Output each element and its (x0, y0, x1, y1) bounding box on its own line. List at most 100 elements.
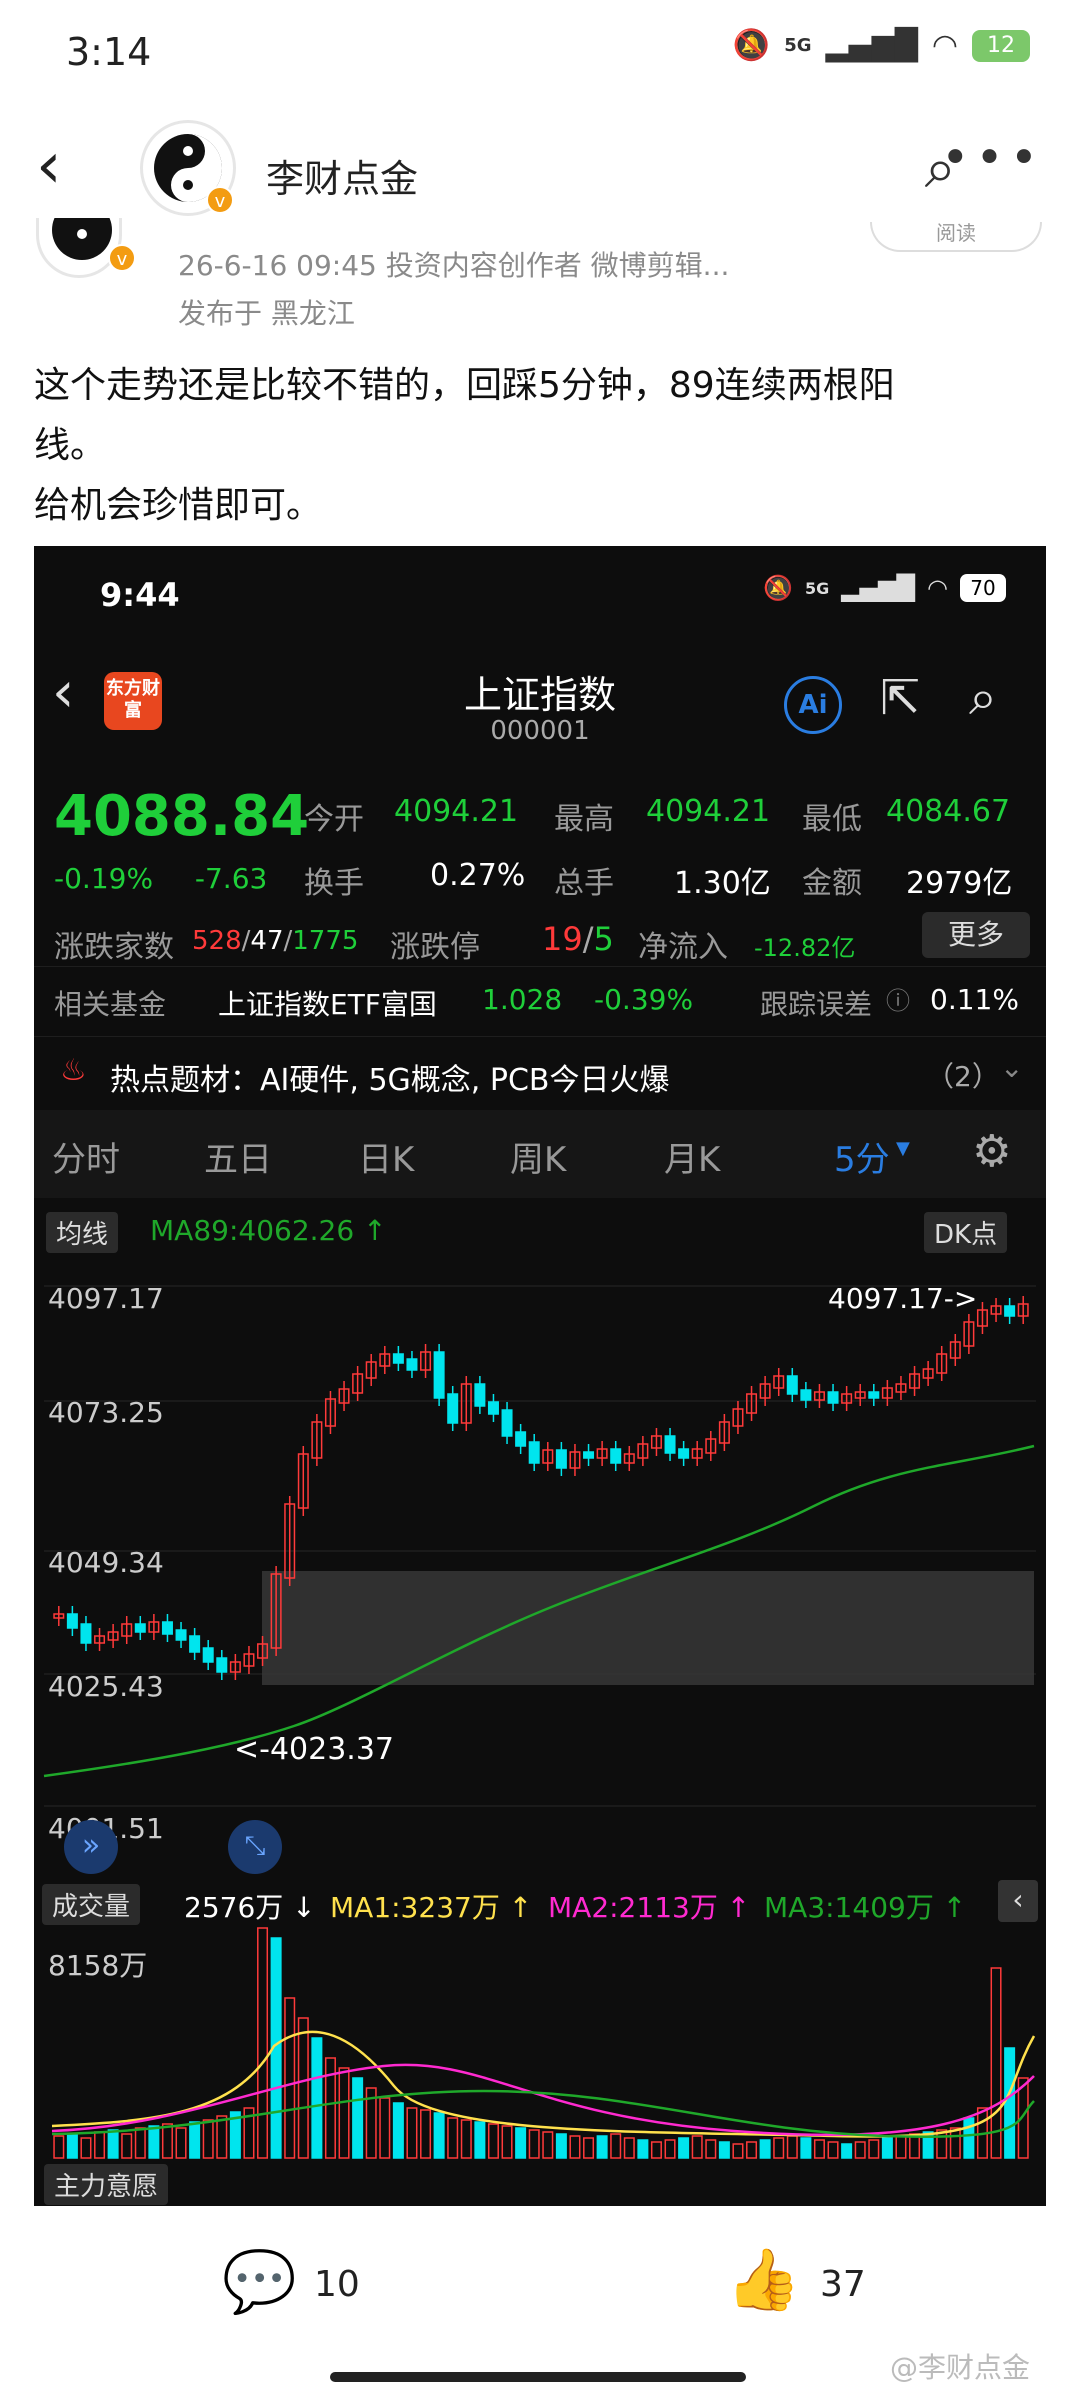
candle-body (800, 1389, 812, 1401)
volume-bar (542, 2131, 554, 2159)
volume-bar (66, 2133, 78, 2159)
embedded-stock-screenshot[interactable]: 9:44 🔕 5G ▂▄▆█ ◠ 70 ‹ 东方财富 上证指数 000001 A… (34, 546, 1046, 2208)
candle-body (528, 1441, 540, 1464)
candle-body (433, 1351, 445, 1399)
volume-legend: 成交量 2576万 ↓ MA1:3237万 ↑ MA2:2113万 ↑ MA3:… (34, 1876, 1046, 1925)
y-tick-label: 4097.17 (48, 1282, 164, 1315)
tab-five-day: 五日 (204, 1140, 272, 1180)
more-button: 更多 (922, 912, 1030, 958)
candle-body (189, 1635, 201, 1653)
volume-bar (596, 2135, 608, 2159)
candle-body (610, 1448, 622, 1464)
breadth-label: 涨跌家数 (54, 930, 174, 965)
more-icon[interactable]: ••• (941, 130, 1044, 186)
volume-bar (555, 2133, 567, 2159)
comment-count[interactable]: 10 (314, 2264, 360, 2305)
high-label: 最高 (554, 802, 614, 837)
high-value: 4094.21 (646, 794, 771, 829)
topic-chevron-icon: ⌄ (1000, 1051, 1024, 1084)
volume-bar (895, 2135, 907, 2159)
network-label: 5G (784, 35, 812, 56)
abs-change: -7.63 (194, 862, 268, 895)
volume-bar (487, 2123, 499, 2159)
inner-status-bar: 9:44 🔕 5G ▂▄▆█ ◠ 70 (34, 546, 1046, 642)
watermark: @李财点金 (890, 2351, 1031, 2384)
y-tick-label: 4049.34 (48, 1546, 164, 1579)
tab-dropdown-icon: ▼ (896, 1138, 910, 1159)
wifi-icon: ◠ (931, 28, 958, 63)
low-label: 最低 (802, 802, 862, 837)
candle-body (175, 1629, 187, 1641)
volume-ma3: MA3:1409万 ↑ (764, 1891, 967, 1924)
volume-bar (474, 2121, 486, 2159)
volume-bar (189, 2121, 201, 2159)
down-count: 1775 (292, 926, 359, 956)
volume-bar (338, 2067, 350, 2159)
volume-bar (949, 2127, 961, 2159)
like-count[interactable]: 37 (820, 2264, 866, 2305)
volume-bar (718, 2141, 730, 2159)
open-label: 今开 (304, 802, 364, 837)
topic-list: AI硬件, 5G概念, PCB今日火爆 (260, 1063, 670, 1098)
post-avatar[interactable] (36, 218, 122, 278)
home-indicator[interactable] (330, 2372, 746, 2382)
candle-body (786, 1375, 798, 1395)
volume-bar (216, 2115, 228, 2159)
inner-nav: ‹ 东方财富 上证指数 000001 Ai ⇱ ⌕ (34, 642, 1046, 762)
post-text-line: 线。 (34, 425, 107, 466)
turnover-label: 换手 (304, 866, 364, 901)
candle-body (447, 1393, 459, 1424)
volume-bar (1004, 2047, 1016, 2159)
volume-bar (691, 2135, 703, 2159)
breadth-values: 528/47/1775 (192, 926, 359, 956)
candle-body (515, 1431, 527, 1447)
candle-body (678, 1448, 690, 1459)
volume-bar (460, 2119, 472, 2159)
volume-bar (515, 2127, 527, 2159)
volume-bar (161, 2123, 173, 2159)
battery-icon: 12 (972, 29, 1030, 62)
volume-bar (284, 1997, 296, 2159)
like-thumb-icon[interactable]: 👍 (726, 2244, 801, 2315)
status-time: 3:14 (66, 30, 152, 74)
amount-value: 2979亿 (906, 866, 1013, 901)
inner-search-icon: ⌕ (969, 668, 997, 726)
tracking-error-label: 跟踪误差 (760, 988, 873, 1021)
limit-down: 5 (593, 920, 614, 958)
back-chevron-icon[interactable]: ‹ (36, 134, 62, 198)
volume-bar (786, 2135, 798, 2159)
indicator-row: 均线 MA89:4062.26 ↑ DK点 (34, 1206, 1046, 1253)
limit-values: 19/5 (542, 920, 614, 958)
volume-bar (569, 2135, 581, 2159)
candle-body (501, 1409, 513, 1437)
volume-bar (746, 2141, 758, 2159)
volume-bar (759, 2139, 771, 2159)
volume-bar (202, 2119, 214, 2159)
volume-bar (841, 2143, 853, 2159)
volume-bar (800, 2137, 812, 2159)
related-fund-row: 相关基金 上证指数ETF富国 1.028 -0.39% 跟踪误差 ⓘ 0.11% (34, 966, 1046, 1036)
volume-bar (406, 2107, 418, 2159)
up-count: 528 (192, 926, 242, 956)
author-name[interactable]: 李财点金 (266, 148, 418, 203)
y-tick-label: 4073.25 (48, 1396, 164, 1429)
volume-bar (963, 2117, 975, 2159)
volume-ma2: MA2:2113万 ↑ (548, 1891, 751, 1924)
tab-monthly: 月K (664, 1140, 721, 1180)
volume-bar (773, 2137, 785, 2159)
high-annotation: 4097.17-> (828, 1282, 978, 1315)
volume-label: 总手 (554, 866, 614, 901)
candle-body (1004, 1305, 1016, 1317)
candle-body (474, 1383, 486, 1407)
help-icon: ⓘ (886, 987, 910, 1015)
comment-icon[interactable]: 💬 (222, 2246, 297, 2317)
candlestick-chart (43, 1285, 1036, 1807)
shaded-zone (262, 1571, 1034, 1685)
fire-icon: ♨ (60, 1053, 87, 1088)
tab-intraday: 分时 (52, 1140, 120, 1180)
candle-body (392, 1353, 404, 1364)
current-price: 4088.84 (54, 784, 310, 849)
candle-body (583, 1451, 595, 1459)
y-tick-label: 4025.43 (48, 1670, 164, 1703)
low-value: 4084.67 (886, 794, 1011, 829)
